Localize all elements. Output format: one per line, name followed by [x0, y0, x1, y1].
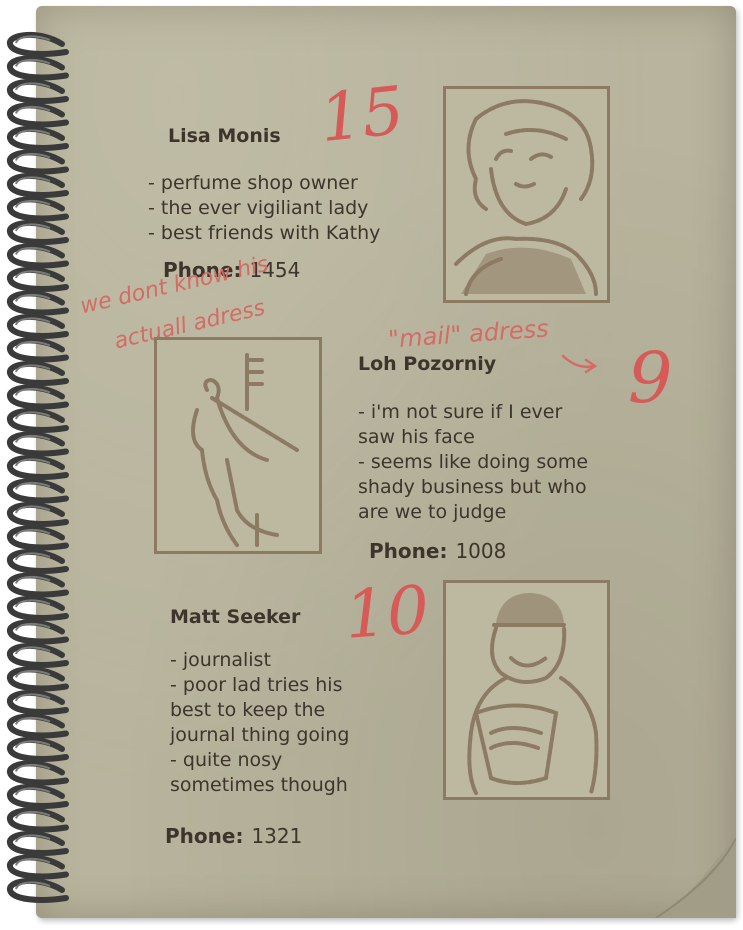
spiral-binding [7, 31, 69, 903]
contact-name-matt-seeker: Matt Seeker [170, 606, 301, 628]
contact-notes-lisa-monis: - perfume shop owner - the ever vigilian… [148, 172, 381, 244]
coat-figure-sketch-icon [191, 353, 299, 547]
phone-label: Phone: [369, 539, 448, 563]
contact-notes-matt-seeker: - journalist - poor lad tries his best t… [170, 649, 350, 796]
reporter-sketch-icon [467, 593, 599, 795]
handwritten-number-9: 9 [628, 337, 673, 419]
woman-sketch-icon [454, 99, 598, 296]
page-curl-corner [655, 837, 736, 918]
portrait-matt-seeker[interactable] [443, 580, 610, 800]
phone-number: 1321 [251, 824, 303, 848]
handwritten-number-10: 10 [342, 571, 432, 654]
contact-phone-matt-seeker[interactable]: Phone: 1321 [165, 824, 302, 848]
portrait-loh-pozorniy[interactable] [154, 337, 322, 554]
phone-number: 1008 [455, 539, 507, 563]
handwritten-number-15: 15 [316, 71, 408, 158]
contact-name-loh-pozorniy: Loh Pozorniy [358, 353, 497, 375]
contact-phone-loh-pozorniy[interactable]: Phone: 1008 [369, 539, 506, 563]
phone-label: Phone: [165, 824, 244, 848]
contact-notes-loh-pozorniy: - i'm not sure if I ever saw his face - … [358, 401, 589, 523]
contact-name-lisa-monis: Lisa Monis [168, 125, 281, 147]
portrait-lisa-monis[interactable] [443, 86, 610, 303]
arrow-right-icon [561, 354, 598, 374]
